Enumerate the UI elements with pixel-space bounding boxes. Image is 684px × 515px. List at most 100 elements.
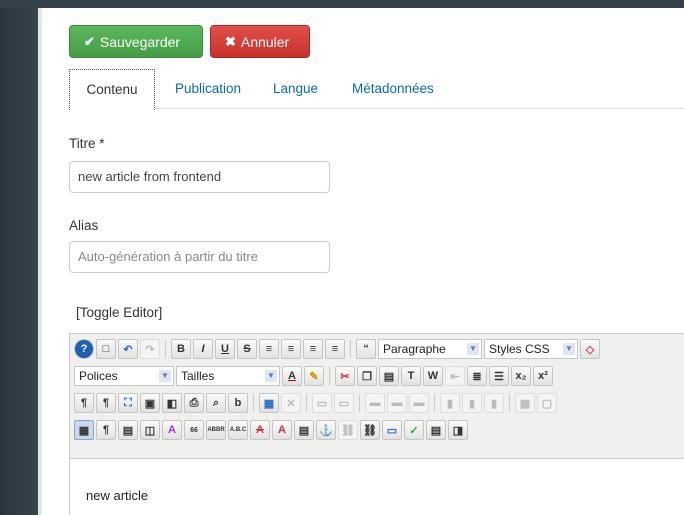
bold-icon[interactable]: B <box>171 339 191 359</box>
article-edit-panel: ✔ Sauvegarder ✖ Annuler Contenu Publicat… <box>38 8 684 515</box>
preview-icon[interactable]: ▣ <box>140 393 160 413</box>
toolbar-separator <box>359 394 360 412</box>
toolbar-separator <box>350 340 351 358</box>
styles-select-value: Styles CSS <box>489 342 550 356</box>
cite-icon[interactable]: 66 <box>184 420 204 440</box>
editor-toolbar: ? □ ↶ ↷ B I U S ≡ ≡ ≡ ≡ “ Paragraphe ▼ S… <box>70 334 684 459</box>
style-props-icon[interactable]: A <box>162 420 182 440</box>
admin-top-edge <box>0 0 684 8</box>
ltr-icon[interactable]: ¶ <box>74 393 94 413</box>
acronym-icon[interactable]: A.B.C <box>228 420 248 440</box>
horizontal-rule-icon[interactable]: ▤ <box>426 420 446 440</box>
tab-langue[interactable]: Langue <box>273 69 318 109</box>
merge-cells-icon[interactable]: ▢ <box>537 393 557 413</box>
unlink-icon[interactable]: ⛓ <box>338 420 358 440</box>
rtl-icon[interactable]: ¶ <box>96 393 116 413</box>
visual-aid-icon[interactable]: ▦ <box>74 420 94 440</box>
ordered-list-icon[interactable]: ≣ <box>467 366 487 386</box>
superscript-icon[interactable]: x² <box>533 366 553 386</box>
unordered-list-icon[interactable]: ☰ <box>489 366 509 386</box>
rich-text-editor: ? □ ↶ ↷ B I U S ≡ ≡ ≡ ≡ “ Paragraphe ▼ S… <box>69 333 684 515</box>
fonts-select[interactable]: Polices ▼ <box>74 366 174 386</box>
insert-row-after-icon[interactable]: ▬ <box>387 393 407 413</box>
title-field[interactable]: new article from frontend <box>69 161 330 193</box>
check-icon: ✔ <box>84 33 95 49</box>
sizes-select[interactable]: Tailles ▼ <box>176 366 280 386</box>
cancel-button[interactable]: ✖ Annuler <box>210 25 310 58</box>
layer-icon[interactable]: ◫ <box>140 420 160 440</box>
toolbar-row-1: ? □ ↶ ↷ B I U S ≡ ≡ ≡ ≡ “ Paragraphe ▼ S… <box>74 338 600 360</box>
chevron-down-icon: ▼ <box>265 370 277 382</box>
eraser-icon[interactable]: ◇ <box>580 339 600 359</box>
replace-icon[interactable]: b <box>228 393 248 413</box>
chevron-down-icon: ▼ <box>563 343 575 355</box>
delete-text-icon[interactable]: A <box>250 420 270 440</box>
blockquote-icon[interactable]: “ <box>356 339 376 359</box>
admin-sidebar-edge <box>0 0 38 515</box>
undo-icon[interactable]: ↶ <box>118 339 138 359</box>
delete-col-icon[interactable]: ▮ <box>484 393 504 413</box>
editor-content[interactable]: new article <box>86 488 148 503</box>
tab-bar: Contenu Publication Langue Métadonnées <box>69 69 684 110</box>
tab-metadonnees[interactable]: Métadonnées <box>352 69 434 109</box>
insert-col-after-icon[interactable]: ▮ <box>462 393 482 413</box>
close-icon: ✖ <box>225 33 236 49</box>
sizes-select-value: Tailles <box>181 369 215 383</box>
toolbar-row-3: ¶ ¶ ⛶ ▣ ◧ ⎙ ⌕ b ▦ ✕ ▭ ▭ ▬ ▬ ▬ ▮ ▮ ▮ ▦ ▢ <box>74 392 557 414</box>
new-document-icon[interactable]: □ <box>96 339 116 359</box>
subscript-icon[interactable]: x₂ <box>511 366 531 386</box>
outdent-icon[interactable]: ⇤ <box>445 366 465 386</box>
align-justify-icon[interactable]: ≡ <box>325 339 345 359</box>
tab-contenu[interactable]: Contenu <box>69 69 155 110</box>
format-select-value: Paragraphe <box>383 342 446 356</box>
anchor-icon[interactable]: ⚓ <box>316 420 336 440</box>
format-select[interactable]: Paragraphe ▼ <box>378 339 482 359</box>
table-cell-props-icon[interactable]: ▭ <box>334 393 354 413</box>
toolbar-separator <box>165 340 166 358</box>
template-icon[interactable]: ▤ <box>118 420 138 440</box>
delete-row-icon[interactable]: ▬ <box>409 393 429 413</box>
strikethrough-icon[interactable]: S <box>237 339 257 359</box>
insert-text-icon[interactable]: A <box>272 420 292 440</box>
help-icon[interactable]: ? <box>74 339 94 359</box>
spellcheck-icon[interactable]: ✓ <box>404 420 424 440</box>
redo-icon[interactable]: ↷ <box>140 339 160 359</box>
cut-icon[interactable]: ✂ <box>335 366 355 386</box>
fullscreen-icon[interactable]: ⛶ <box>118 393 138 413</box>
table-row-props-icon[interactable]: ▭ <box>312 393 332 413</box>
text-color-icon[interactable]: A <box>282 366 302 386</box>
print-icon[interactable]: ⎙ <box>184 393 204 413</box>
abbr-icon[interactable]: ABBR <box>206 420 226 440</box>
toggle-editor-link[interactable]: [Toggle Editor] <box>76 305 162 320</box>
underline-icon[interactable]: U <box>215 339 235 359</box>
chevron-down-icon: ▼ <box>467 343 479 355</box>
chevron-down-icon: ▼ <box>159 370 171 382</box>
image-icon[interactable]: ▭ <box>382 420 402 440</box>
save-button[interactable]: ✔ Sauvegarder <box>69 25 203 58</box>
code-icon[interactable]: ◧ <box>162 393 182 413</box>
toolbar-separator <box>329 367 330 385</box>
toolbar-row-4: ▦ ¶ ▤ ◫ A 66 ABBR A.B.C A A ▤ ⚓ ⛓ ⛓ ▭ ✓ … <box>74 419 468 441</box>
insert-row-before-icon[interactable]: ▬ <box>365 393 385 413</box>
italic-icon[interactable]: I <box>193 339 213 359</box>
table-icon[interactable]: ▦ <box>259 393 279 413</box>
paste-text-icon[interactable]: T <box>401 366 421 386</box>
link-icon[interactable]: ⛓ <box>360 420 380 440</box>
copy-icon[interactable]: ❐ <box>357 366 377 386</box>
search-icon[interactable]: ⌕ <box>206 393 226 413</box>
alias-field[interactable]: Auto-génération à partir du titre <box>69 241 330 273</box>
readmore-icon[interactable]: ◨ <box>448 420 468 440</box>
split-cells-icon[interactable]: ▦ <box>515 393 535 413</box>
align-right-icon[interactable]: ≡ <box>303 339 323 359</box>
show-blocks-icon[interactable]: ¶ <box>96 420 116 440</box>
highlight-color-icon[interactable]: ✎ <box>304 366 324 386</box>
align-left-icon[interactable]: ≡ <box>259 339 279 359</box>
insert-col-before-icon[interactable]: ▮ <box>440 393 460 413</box>
align-center-icon[interactable]: ≡ <box>281 339 301 359</box>
attributes-icon[interactable]: ▤ <box>294 420 314 440</box>
paste-word-icon[interactable]: W <box>423 366 443 386</box>
paste-icon[interactable]: ▤ <box>379 366 399 386</box>
styles-select[interactable]: Styles CSS ▼ <box>484 339 578 359</box>
delete-table-icon[interactable]: ✕ <box>281 393 301 413</box>
tab-publication[interactable]: Publication <box>175 69 241 109</box>
